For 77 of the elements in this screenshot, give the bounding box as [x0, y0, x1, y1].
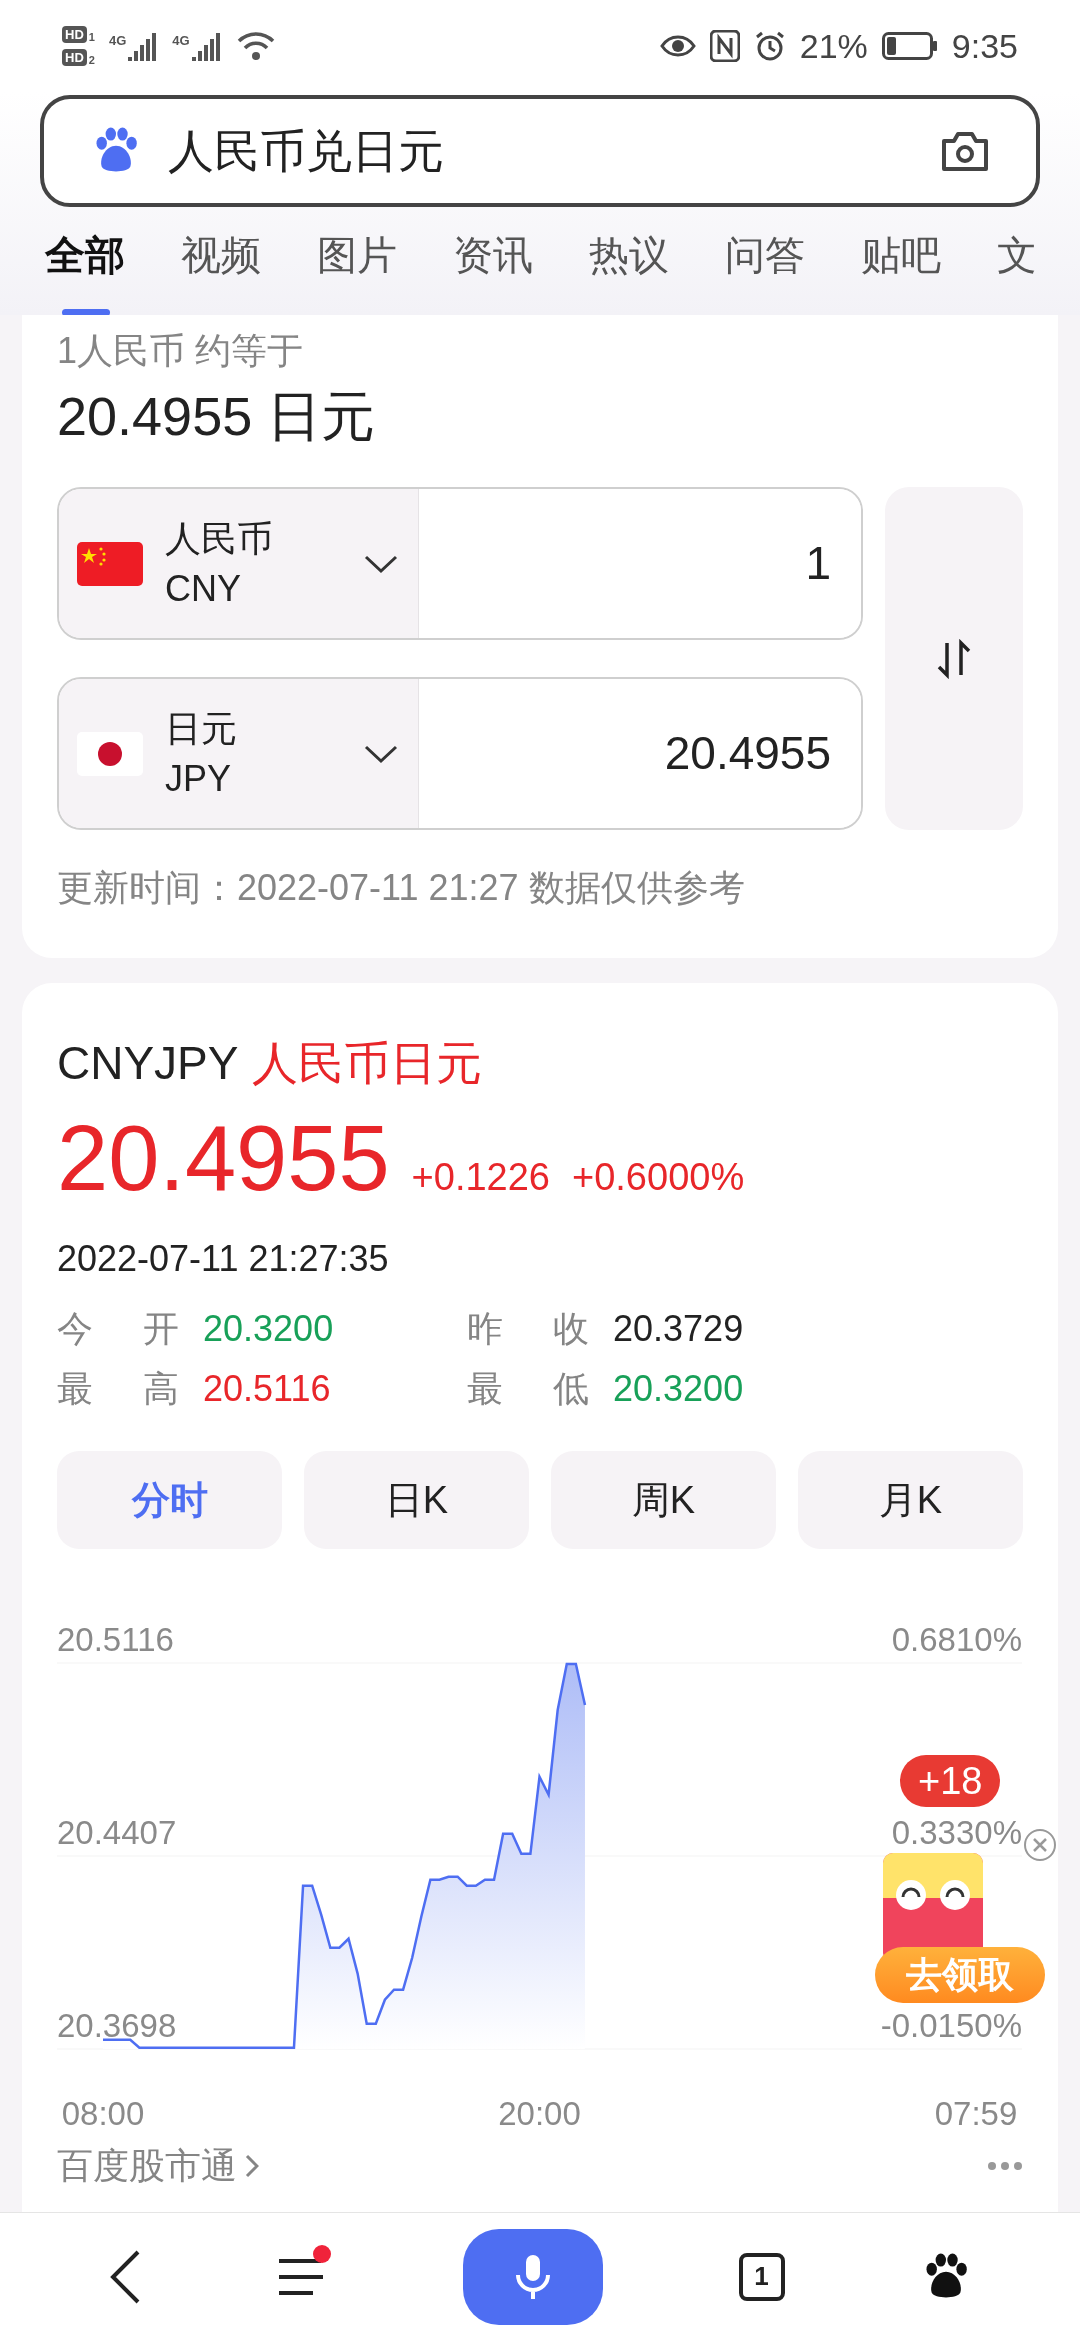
- search-field[interactable]: 人民币兑日元: [40, 95, 1040, 207]
- percent-axis-label: -0.0150%: [880, 2007, 1022, 2044]
- percent-axis-label: 0.6810%: [891, 1621, 1022, 1658]
- price-change: +0.1226: [411, 1155, 550, 1200]
- y-axis-label: 20.5116: [57, 1621, 174, 1658]
- y-axis-label: 20.3698: [57, 2007, 177, 2044]
- stat-label: 今 开: [57, 1307, 179, 1351]
- search-tab[interactable]: 贴吧: [861, 227, 941, 283]
- quote-timestamp: 2022-07-11 21:27:35: [57, 1237, 390, 1281]
- stat-label: 最 低: [467, 1367, 589, 1411]
- currency-name: 人民币: [165, 516, 274, 561]
- pair-symbol: CNYJPY: [57, 1036, 239, 1091]
- hd-badge: HD: [62, 26, 87, 43]
- sim-slot-label: 2: [88, 54, 95, 66]
- chevron-right-icon: [245, 2154, 259, 2178]
- signal-icon: [191, 31, 222, 61]
- conversion-caption: 1人民币 约等于: [57, 329, 305, 373]
- alarm-icon: [753, 30, 786, 62]
- search-tab[interactable]: 资讯: [453, 227, 533, 283]
- conversion-result: 20.4955 日元: [57, 385, 377, 448]
- currency-name: 日元: [165, 706, 238, 751]
- y-axis-label: 20.4407: [57, 1814, 177, 1851]
- chevron-down-icon: [364, 553, 398, 574]
- stat-value: 20.5116: [203, 1367, 331, 1411]
- period-tab[interactable]: 周K: [551, 1451, 776, 1549]
- stat-value: 20.3200: [613, 1367, 744, 1411]
- stat-label: 昨 收: [467, 1307, 589, 1351]
- japan-flag-icon: [77, 731, 143, 776]
- period-tab[interactable]: 月K: [798, 1451, 1023, 1549]
- nfc-icon: [709, 30, 740, 62]
- percent-change: +0.6000%: [572, 1155, 745, 1200]
- battery-icon: [881, 32, 938, 60]
- pair-name: 人民币日元: [252, 1036, 483, 1091]
- search-tab[interactable]: 问答: [725, 227, 805, 283]
- x-axis-label: 08:00: [61, 2095, 145, 2132]
- microphone-icon: [513, 2252, 553, 2301]
- more-icon[interactable]: [987, 2161, 1023, 2171]
- signal-icon: [128, 31, 159, 61]
- network-label: 4G: [108, 32, 127, 50]
- x-axis-label: 07:59: [934, 2095, 1018, 2132]
- converter-field[interactable]: 人民币 CNY 1: [57, 487, 863, 640]
- chevron-down-icon: [364, 743, 398, 764]
- percent-axis-label: 0.3330%: [891, 1814, 1022, 1851]
- china-flag-icon: [77, 541, 143, 586]
- voice-search-button[interactable]: [463, 2228, 603, 2325]
- close-icon[interactable]: [1023, 1828, 1057, 1862]
- footer-link[interactable]: 百度股市通: [57, 2139, 259, 2193]
- search-tab[interactable]: 文: [997, 227, 1037, 283]
- stat-label: 最 高: [57, 1367, 179, 1411]
- update-note: 更新时间：2022-07-11 21:27 数据仅供参考: [57, 866, 746, 910]
- wifi-icon: [235, 29, 276, 63]
- search-tab[interactable]: 图片: [317, 227, 397, 283]
- search-tab[interactable]: 热议: [589, 227, 669, 283]
- search-tab[interactable]: 全部: [45, 227, 125, 283]
- period-tab[interactable]: 日K: [304, 1451, 529, 1549]
- reward-badge: +18: [900, 1755, 1001, 1807]
- currency-selector[interactable]: 人民币 CNY: [59, 489, 419, 638]
- x-axis-label: 20:00: [498, 2095, 581, 2132]
- battery-percent: 21%: [799, 25, 868, 67]
- currency-selector[interactable]: 日元 JPY: [59, 679, 419, 828]
- search-query: 人民币兑日元: [168, 123, 445, 179]
- period-tab[interactable]: 分时: [57, 1451, 282, 1549]
- sim-slot-label: 1: [88, 31, 95, 43]
- current-price: 20.4955: [57, 1106, 390, 1211]
- currency-code: JPY: [165, 756, 233, 801]
- tab-indicator: [62, 309, 110, 315]
- search-tab[interactable]: 视频: [181, 227, 261, 283]
- clock-time: 9:35: [951, 25, 1018, 67]
- eye-icon: [659, 33, 696, 59]
- hd-badge: HD: [62, 49, 87, 66]
- tab-count-button[interactable]: 1: [738, 2252, 785, 2301]
- currency-code: CNY: [165, 566, 242, 611]
- network-label: 4G: [172, 32, 190, 50]
- camera-icon[interactable]: [940, 129, 990, 173]
- converter-field[interactable]: 日元 JPY 20.4955: [57, 677, 863, 830]
- stat-value: 20.3729: [613, 1307, 744, 1351]
- stat-value: 20.3200: [203, 1307, 334, 1351]
